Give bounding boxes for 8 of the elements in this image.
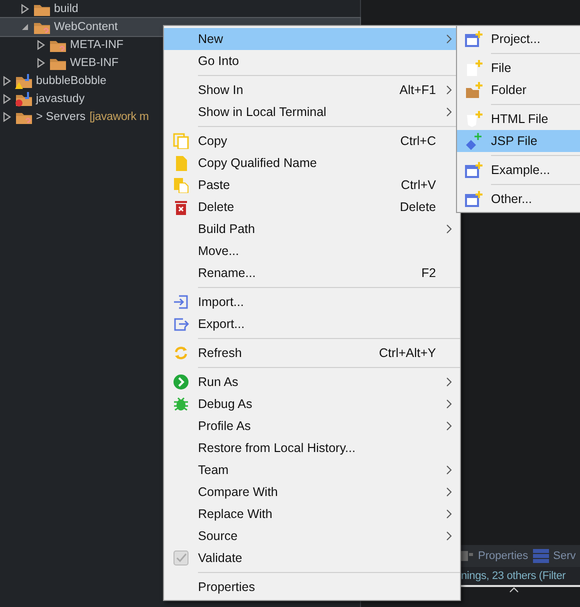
tree-label: javastudy xyxy=(36,93,85,105)
tree-label: META-INF xyxy=(70,39,124,51)
tree-label: WebContent xyxy=(54,21,118,33)
tree-label: build xyxy=(54,3,78,15)
tree-label: WEB-INF xyxy=(70,57,119,69)
tree-label: bubbleBobble xyxy=(36,75,106,87)
tree-decoration: [javawork m xyxy=(90,111,149,123)
tree-label: > Servers xyxy=(36,111,86,123)
